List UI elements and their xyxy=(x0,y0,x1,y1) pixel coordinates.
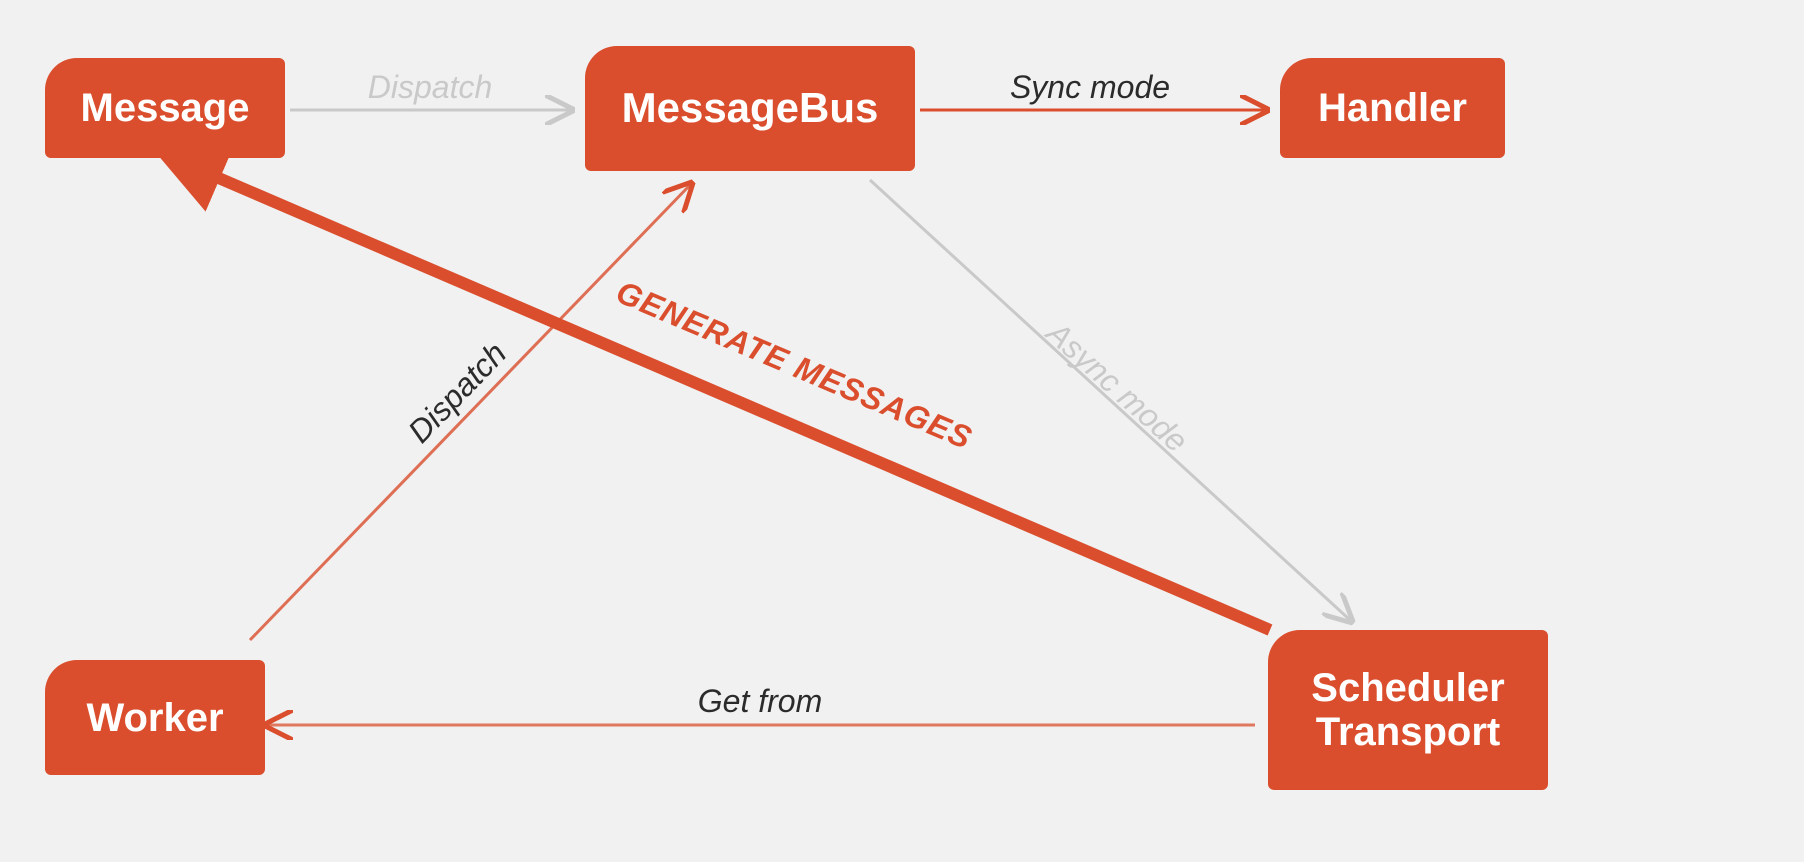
edge-dispatch-worker-label: Dispatch xyxy=(401,335,513,450)
edge-sync-label: Sync mode xyxy=(1010,69,1170,105)
edge-dispatch-top-label: Dispatch xyxy=(368,69,493,105)
edge-getfrom-label: Get from xyxy=(698,683,822,719)
edge-generate-label: GENERATE MESSAGES xyxy=(611,274,977,457)
node-message: Message xyxy=(45,58,285,158)
node-scheduler-transport: Scheduler Transport xyxy=(1268,630,1548,790)
node-handler: Handler xyxy=(1280,58,1505,158)
node-messagebus: MessageBus xyxy=(585,46,915,171)
edge-generate xyxy=(200,170,1270,630)
edge-async xyxy=(870,180,1350,620)
diagram-canvas: Dispatch Sync mode Async mode Get from D… xyxy=(0,0,1804,862)
edge-dispatch-worker xyxy=(250,185,690,640)
edge-async-label: Async mode xyxy=(1038,313,1194,459)
node-worker: Worker xyxy=(45,660,265,775)
